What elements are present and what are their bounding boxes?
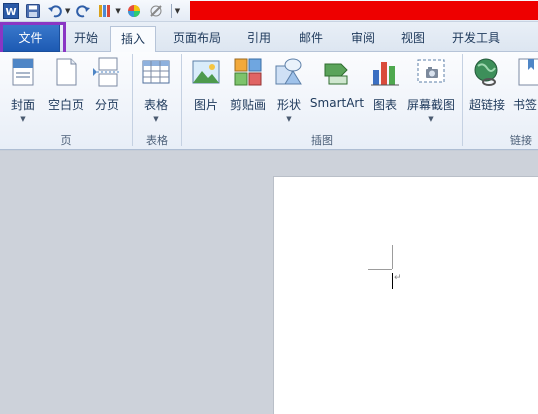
cover-page-button[interactable]: 封面 ▼ — [6, 56, 40, 128]
smartart-label: SmartArt — [309, 96, 365, 110]
tab-developer[interactable]: 开发工具 — [443, 26, 509, 52]
tab-review[interactable]: 审阅 — [342, 26, 384, 52]
tab-insert[interactable]: 插入 — [110, 26, 156, 53]
text-cursor — [392, 273, 393, 289]
smartart-icon — [324, 63, 348, 85]
page-break-icon — [93, 57, 121, 87]
shapes-dropdown-icon[interactable]: ▼ — [272, 115, 306, 123]
word-logo-letter: W — [5, 7, 16, 18]
table-icon — [142, 60, 170, 84]
table-button[interactable]: 表格 ▼ — [138, 56, 174, 128]
picture-icon — [192, 60, 220, 84]
cover-page-icon — [12, 58, 34, 86]
screenshot-button[interactable]: 屏幕截图 ▼ — [405, 56, 457, 128]
clip-art-icon — [234, 58, 262, 86]
undo-icon[interactable] — [46, 2, 64, 20]
hyperlink-icon — [474, 58, 498, 86]
shapes-label: 形状 — [276, 98, 301, 112]
hyperlink-button[interactable]: 超链接 — [467, 56, 507, 128]
color-picker-icon[interactable] — [125, 2, 143, 20]
screenshot-icon — [417, 59, 445, 83]
ribbon-insert-panel: 封面 ▼ 空白页 分页 表格 ▼ 图片 剪贴画 形状 ▼ SmartArt 图表… — [0, 52, 538, 150]
tab-references[interactable]: 引用 — [238, 26, 280, 52]
group-label-illustrations: 插图 — [311, 134, 333, 147]
word-logo-icon[interactable]: W — [2, 2, 20, 20]
document-page[interactable]: ↵ — [273, 176, 538, 414]
chart-label: 图表 — [372, 98, 397, 112]
smartart-button[interactable]: SmartArt — [309, 56, 365, 128]
bookmark-icon — [518, 58, 538, 86]
screenshot-label: 屏幕截图 — [406, 98, 455, 112]
group-separator — [462, 54, 463, 146]
group-label-links: 链接 — [510, 134, 532, 147]
screenshot-dropdown-icon[interactable]: ▼ — [405, 115, 457, 123]
save-icon[interactable] — [24, 2, 42, 20]
toolbar-separator — [170, 4, 172, 18]
quick-access-toolbar: W ▼ ▼ ▼ — [2, 2, 180, 20]
table-dropdown-icon[interactable]: ▼ — [138, 115, 174, 123]
shapes-button[interactable]: 形状 ▼ — [272, 56, 306, 128]
edit-pen-icon[interactable] — [147, 2, 165, 20]
redo-icon[interactable] — [74, 2, 92, 20]
tab-page-layout[interactable]: 页面布局 — [164, 26, 230, 52]
bookmark-label: 书签 — [512, 98, 537, 112]
cover-page-dropdown-icon[interactable]: ▼ — [6, 115, 40, 123]
chart-icon — [371, 62, 399, 86]
cover-page-label: 封面 — [10, 98, 35, 112]
blank-page-button[interactable]: 空白页 — [46, 56, 86, 128]
hyperlink-label: 超链接 — [468, 98, 505, 112]
chart-button[interactable]: 图表 — [369, 56, 401, 128]
clip-art-label: 剪贴画 — [229, 98, 266, 112]
document-area: ↵ — [0, 151, 538, 414]
shapes-icon — [275, 58, 302, 85]
page-break-label: 分页 — [94, 98, 119, 112]
title-bar-highlight — [190, 1, 538, 20]
title-bar: W ▼ ▼ ▼ — [0, 0, 538, 22]
paragraph-mark: ↵ — [394, 273, 402, 283]
tab-view[interactable]: 视图 — [392, 26, 434, 52]
page-break-button[interactable]: 分页 — [90, 56, 124, 128]
tab-home[interactable]: 开始 — [66, 26, 106, 52]
tab-mailings[interactable]: 邮件 — [290, 26, 332, 52]
clip-art-button[interactable]: 剪贴画 — [227, 56, 269, 128]
blank-page-label: 空白页 — [47, 98, 84, 112]
ribbon-tabs: 文件 开始 插入 页面布局 引用 邮件 审阅 视图 开发工具 — [0, 22, 538, 53]
margin-corner-mark — [392, 245, 393, 269]
margin-corner-mark — [368, 269, 392, 270]
picture-button[interactable]: 图片 — [188, 56, 224, 128]
group-label-pages: 页 — [60, 134, 72, 147]
picture-label: 图片 — [193, 98, 218, 112]
group-label-tables: 表格 — [146, 134, 168, 147]
painter-dropdown-icon[interactable]: ▼ — [115, 7, 120, 15]
format-painter-icon[interactable] — [96, 2, 114, 20]
table-label: 表格 — [143, 98, 168, 112]
customize-toolbar-icon[interactable]: ▼ — [175, 7, 180, 15]
bookmark-button[interactable]: 书签 — [512, 56, 538, 128]
blank-page-icon — [56, 58, 77, 86]
undo-dropdown-icon[interactable]: ▼ — [65, 7, 70, 15]
